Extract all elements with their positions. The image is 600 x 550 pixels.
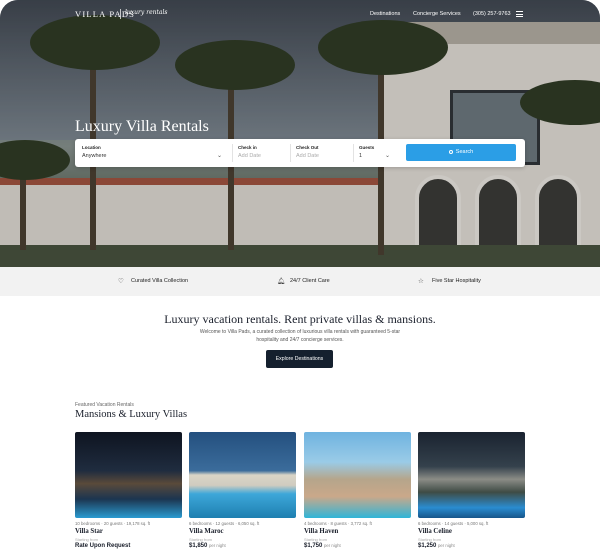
hamburger-menu-icon[interactable] <box>516 11 523 17</box>
villa-price-label: Starting from <box>304 537 327 542</box>
search-divider <box>353 144 354 162</box>
villa-photo[interactable] <box>418 432 525 518</box>
checkout-field[interactable]: Check Out Add Date <box>296 145 351 159</box>
villa-card[interactable]: 6 bedrooms · 14 guests · 5,000 sq. ft Vi… <box>418 432 525 549</box>
villa-name[interactable]: Villa Celine <box>418 528 525 535</box>
villa-price-label: Starting from <box>189 537 212 542</box>
villa-price: $1,250 per night <box>418 543 455 549</box>
search-bar: Location Anywhere ⌄ Check in Add Date Ch… <box>75 139 525 167</box>
intro-text: Welcome to Villa Pads, a curated collect… <box>199 329 401 343</box>
hero-banner: VILLA PADS luxury rentals Destinations C… <box>0 0 600 267</box>
feature-client-care: 24/7 Client Care <box>290 278 330 284</box>
villa-price: $1,750 per night <box>304 543 341 549</box>
villa-photo[interactable] <box>189 432 296 518</box>
location-chevron-down-icon[interactable]: ⌄ <box>217 152 222 159</box>
nav-link-destinations[interactable]: Destinations <box>370 11 400 17</box>
villa-meta: 6 bedrooms · 12 guests · 6,050 sq. ft <box>189 521 260 526</box>
checkin-label: Check in <box>238 145 257 150</box>
villa-card[interactable]: 10 bedrooms · 20 guests · 19,178 sq. ft … <box>75 432 182 549</box>
featured-title: Mansions & Luxury Villas <box>75 409 188 420</box>
top-nav: VILLA PADS luxury rentals Destinations C… <box>0 0 600 30</box>
search-button[interactable]: Search <box>406 144 516 161</box>
heart-icon: ♡ <box>118 278 124 285</box>
villa-price-label: Starting from <box>75 537 98 542</box>
villa-photo[interactable] <box>75 432 182 518</box>
villa-card[interactable]: 6 bedrooms · 12 guests · 6,050 sq. ft Vi… <box>189 432 296 549</box>
feature-curated: Curated Villa Collection <box>131 278 189 284</box>
checkout-placeholder: Add Date <box>296 153 319 159</box>
guests-label: Guests <box>359 145 375 150</box>
checkin-placeholder: Add Date <box>238 153 261 159</box>
bell-icon: 🔔︎ <box>277 278 286 285</box>
villa-price: $1,850 per night <box>189 543 226 549</box>
guests-chevron-down-icon[interactable]: ⌄ <box>385 152 390 159</box>
villa-photo[interactable] <box>304 432 411 518</box>
intro-heading: Luxury vacation rentals. Rent private vi… <box>164 312 436 326</box>
location-label: Location <box>82 145 101 150</box>
featured-kicker: Featured Vacation Rentals <box>75 402 134 408</box>
villa-meta: 4 bedrooms · 8 guests · 3,772 sq. ft <box>304 521 372 526</box>
feature-hospitality: Five Star Hospitality <box>432 278 481 284</box>
page-frame: VILLA PADS luxury rentals Destinations C… <box>0 0 600 550</box>
search-divider <box>232 144 233 162</box>
logo-tagline: luxury rentals <box>125 9 168 16</box>
villa-name[interactable]: Villa Haven <box>304 528 411 535</box>
villa-meta: 6 bedrooms · 14 guests · 5,000 sq. ft <box>418 521 489 526</box>
star-icon: ☆ <box>418 278 424 285</box>
search-button-label: Search <box>455 149 474 155</box>
guests-field[interactable]: Guests 1 <box>359 145 399 159</box>
features-bar: ♡ Curated Villa Collection 🔔︎ 24/7 Clien… <box>0 267 600 296</box>
guests-value: 1 <box>359 153 363 159</box>
villa-price-label: Starting from <box>418 537 441 542</box>
checkin-field[interactable]: Check in Add Date <box>238 145 288 159</box>
villa-meta: 10 bedrooms · 20 guests · 19,178 sq. ft <box>75 521 151 526</box>
villa-name[interactable]: Villa Maroc <box>189 528 296 535</box>
nav-link-concierge[interactable]: Concierge Services <box>413 11 461 17</box>
explore-destinations-button[interactable]: Explore Destinations <box>266 350 333 368</box>
hero-title: Luxury Villa Rentals <box>75 118 209 135</box>
villa-price: Rate Upon Request <box>75 543 131 549</box>
checkout-label: Check Out <box>296 145 319 150</box>
location-value: Anywhere <box>82 153 107 159</box>
logo-divider <box>120 9 121 19</box>
nav-phone[interactable]: (305) 257-9763 <box>473 11 511 17</box>
search-icon <box>448 149 453 154</box>
search-divider <box>290 144 291 162</box>
villa-card[interactable]: 4 bedrooms · 8 guests · 3,772 sq. ft Vil… <box>304 432 411 549</box>
villa-name[interactable]: Villa Star <box>75 528 182 535</box>
location-field[interactable]: Location Anywhere <box>82 145 227 159</box>
